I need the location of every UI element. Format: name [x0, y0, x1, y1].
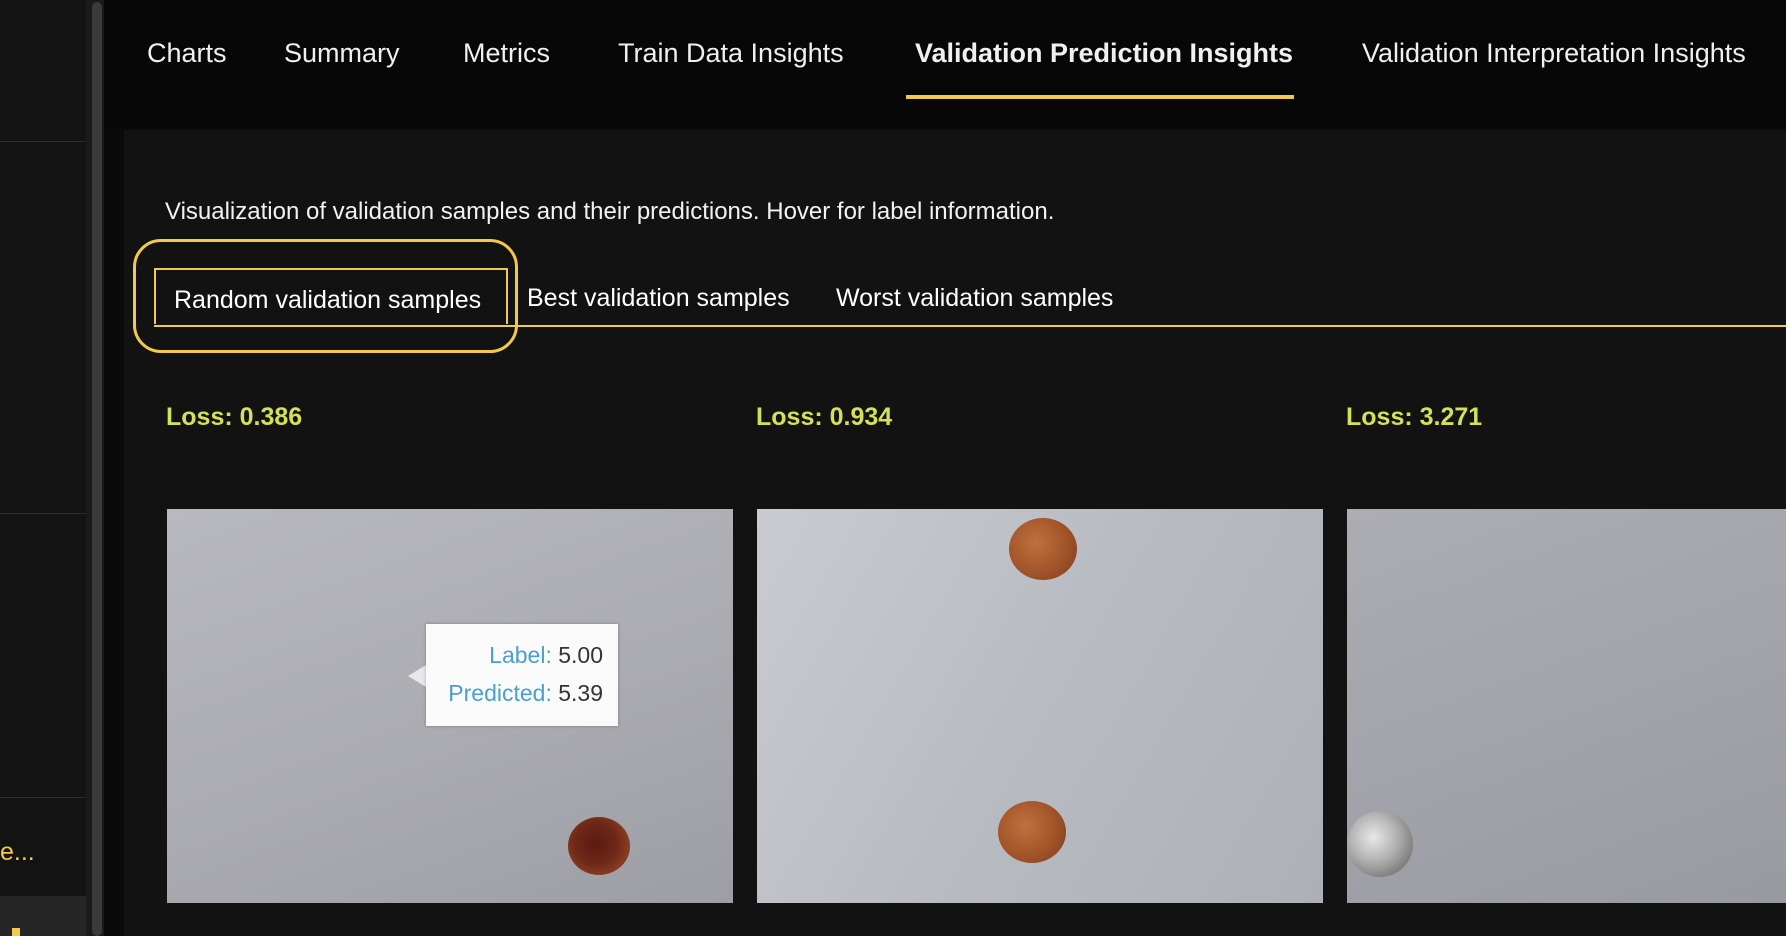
tab-charts[interactable]: Charts [147, 38, 227, 69]
active-tab-indicator [906, 95, 1294, 99]
tooltip-predicted-key: Predicted: [448, 680, 552, 706]
sidebar-active-marker [12, 928, 20, 936]
tooltip-predicted-value: 5.39 [558, 680, 603, 706]
tab-metrics[interactable]: Metrics [463, 38, 550, 69]
tab-train-data-insights[interactable]: Train Data Insights [618, 38, 844, 69]
highlight-annotation [133, 239, 518, 353]
left-sidebar: e... [0, 0, 86, 936]
tooltip-label-key: Label: [489, 642, 552, 668]
tooltip-label-row: Label: 5.00 [489, 642, 603, 669]
sidebar-divider [0, 797, 86, 798]
tooltip-arrow [408, 665, 426, 687]
validation-sample-image[interactable] [1347, 509, 1786, 903]
sidebar-item-truncated[interactable]: e... [0, 838, 35, 867]
sidebar-scrollbar-thumb[interactable] [92, 2, 102, 936]
tab-validation-interpretation-insights[interactable]: Validation Interpretation Insights [1362, 38, 1746, 69]
sample-loss-label: Loss: 0.386 [166, 403, 303, 431]
coin-image-penny [1009, 518, 1077, 580]
subtab-best-validation-samples[interactable]: Best validation samples [527, 284, 790, 313]
validation-sample-image[interactable] [757, 509, 1323, 903]
tooltip-predicted-row: Predicted: 5.39 [448, 680, 603, 707]
sidebar-divider [0, 141, 86, 142]
sidebar-divider [0, 513, 86, 514]
coin-image-penny [568, 817, 630, 875]
page-description: Visualization of validation samples and … [165, 198, 1055, 225]
tab-summary[interactable]: Summary [284, 38, 400, 69]
sample-loss-label: Loss: 3.271 [1346, 403, 1483, 431]
label-tooltip: Label: 5.00 Predicted: 5.39 [426, 624, 618, 726]
coin-image-nickel [1347, 811, 1413, 877]
tooltip-label-value: 5.00 [558, 642, 603, 668]
tab-validation-prediction-insights[interactable]: Validation Prediction Insights [915, 38, 1293, 69]
coin-image-penny [998, 801, 1066, 863]
subtab-worst-validation-samples[interactable]: Worst validation samples [836, 284, 1113, 313]
sample-loss-label: Loss: 0.934 [756, 403, 893, 431]
subtab-baseline [508, 325, 1786, 327]
